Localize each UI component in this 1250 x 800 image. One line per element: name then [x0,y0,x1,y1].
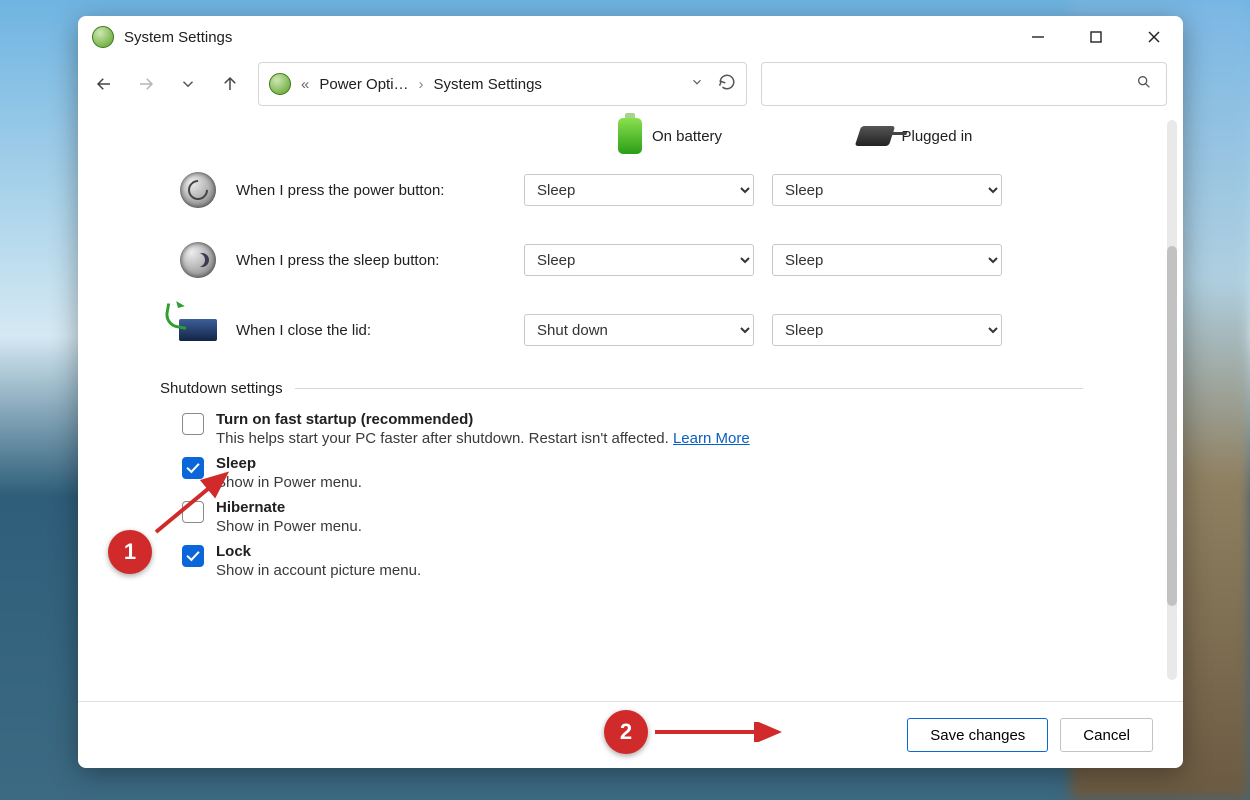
close-button[interactable] [1125,16,1183,58]
fast-startup-title: Turn on fast startup (recommended) [216,411,750,428]
plugged-in-icon [854,126,894,146]
option-lock: Lock Show in account picture menu. [182,543,1083,579]
breadcrumb-prefix: « [301,76,309,93]
row-close-lid: When I close the lid: Shut down Sleep [178,310,1083,350]
up-button[interactable] [216,70,244,98]
option-hibernate: HibernateShow in Power menu. [182,499,1083,535]
annotation-badge-2: 2 [604,710,648,754]
select-lid-plugged[interactable]: Sleep [772,314,1002,346]
search-box[interactable] [761,62,1167,106]
recent-dropdown[interactable] [174,70,202,98]
checkbox-fast-startup[interactable] [182,413,204,435]
select-sleep-plugged[interactable]: Sleep [772,244,1002,276]
option-fast-startup: Turn on fast startup (recommended) This … [182,411,1083,447]
fast-startup-desc: This helps start your PC faster after sh… [216,430,669,447]
lock-title: Lock [216,543,421,560]
content-pane: On battery Plugged in When I press the p… [78,112,1183,701]
breadcrumb-parent[interactable]: Power Opti… [319,76,408,93]
checkbox-lock[interactable] [182,545,204,567]
sleep-button-icon [180,242,216,278]
select-power-plugged[interactable]: Sleep [772,174,1002,206]
forward-button[interactable] [132,70,160,98]
annotation-badge-1: 1 [108,530,152,574]
learn-more-link[interactable]: Learn More [673,430,750,447]
annotation-arrow-2 [650,722,790,742]
select-power-battery[interactable]: Sleep [524,174,754,206]
minimize-button[interactable] [1009,16,1067,58]
option-sleep: SleepShow in Power menu. [182,455,1083,491]
cancel-button[interactable]: Cancel [1060,718,1153,752]
chevron-down-icon[interactable] [690,75,704,93]
row-power-button: When I press the power button: Sleep Sle… [178,170,1083,210]
app-icon [92,26,114,48]
back-button[interactable] [90,70,118,98]
save-changes-button[interactable]: Save changes [907,718,1048,752]
maximize-button[interactable] [1067,16,1125,58]
address-bar[interactable]: « Power Opti… › System Settings [258,62,747,106]
divider [295,388,1083,389]
control-panel-window: System Settings « Power Opti… › System S… [78,16,1183,768]
row-sleep-button: When I press the sleep button: Sleep Sle… [178,240,1083,280]
column-plugged-in: Plugged in [902,128,973,145]
refresh-icon[interactable] [718,73,736,95]
column-on-battery: On battery [652,128,722,145]
titlebar: System Settings [78,16,1183,58]
power-options-icon [269,73,291,95]
chevron-right-icon: › [419,76,424,93]
scrollbar-thumb[interactable] [1167,246,1177,606]
label-sleep-button: When I press the sleep button: [236,252,506,269]
label-close-lid: When I close the lid: [236,322,506,339]
navigation-row: « Power Opti… › System Settings [78,58,1183,112]
lock-desc: Show in account picture menu. [216,562,421,579]
window-title: System Settings [124,29,232,46]
breadcrumb-current[interactable]: System Settings [434,76,542,93]
select-lid-battery[interactable]: Shut down [524,314,754,346]
search-icon [1136,74,1152,94]
power-button-icon [180,172,216,208]
annotation-arrow-1 [148,466,238,540]
label-power-button: When I press the power button: [236,182,506,199]
battery-icon [618,118,642,154]
laptop-lid-icon [179,319,217,341]
shutdown-settings-heading: Shutdown settings [160,380,1083,397]
column-headers: On battery Plugged in [618,118,1083,154]
select-sleep-battery[interactable]: Sleep [524,244,754,276]
